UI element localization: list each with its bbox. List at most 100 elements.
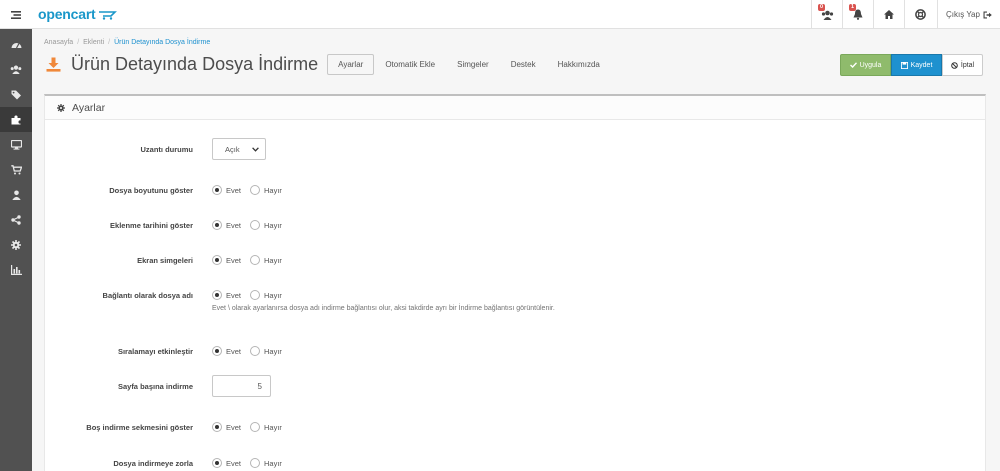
radio-circle [212, 290, 222, 300]
radio-circle [212, 422, 222, 432]
empty-tab-no-radio[interactable]: Hayır [250, 422, 282, 432]
force-download-yes-radio[interactable]: Evet [212, 458, 241, 468]
logout-button[interactable]: Çıkış Yap [937, 0, 1000, 29]
tags-icon [11, 90, 21, 99]
cancel-label: İptal [960, 61, 975, 69]
bar-chart-icon [10, 264, 22, 275]
status-label: Uzantı durumu [140, 145, 194, 154]
tab-settings[interactable]: Ayarlar [327, 53, 375, 75]
opencart-logo[interactable]: opencart [38, 6, 118, 22]
show-date-no-radio[interactable]: Hayır [250, 220, 282, 230]
cart-logo-icon [98, 11, 117, 20]
link-name-label: Bağlantı olarak dosya adı [102, 291, 193, 300]
link-name-no-radio[interactable]: Hayır [250, 290, 282, 300]
desktop-icon [10, 139, 22, 150]
customers-notification-button[interactable]: 0 [811, 0, 842, 29]
status-selected-value: Açık [225, 144, 240, 154]
sidebar-item-reports[interactable] [0, 257, 32, 282]
share-icon [11, 214, 21, 225]
radio-circle [250, 290, 261, 300]
check-icon [849, 62, 857, 68]
download-icon [46, 57, 61, 72]
logo-text: opencart [38, 6, 96, 22]
alerts-notification-button[interactable]: 1 [842, 0, 873, 29]
radio-circle [250, 422, 261, 432]
screen-icons-label: Ekran simgeleri [137, 256, 193, 265]
radio-circle [250, 220, 261, 230]
apply-label: Uygula [859, 61, 882, 69]
panel-heading: Ayarlar [45, 96, 985, 120]
tab-auto-add[interactable]: Otomatik Ekle [374, 54, 446, 75]
radio-circle [212, 255, 222, 265]
empty-tab-yes-radio[interactable]: Evet [212, 422, 241, 432]
tab-about[interactable]: Hakkımızda [547, 54, 611, 75]
screen-icons-no-radio[interactable]: Hayır [250, 255, 282, 265]
sidebar-item-design[interactable] [0, 132, 32, 157]
page-title-row: Ürün Detayında Dosya İndirme Ayarlar Oto… [46, 53, 611, 75]
empty-tab-label: Boş indirme sekmesini göster [86, 423, 193, 432]
apply-button[interactable]: Uygula [840, 54, 891, 76]
cog-icon [11, 239, 21, 250]
action-buttons: Uygula Kaydet İptal [840, 54, 983, 76]
user-icon [11, 190, 21, 200]
show-date-yes-radio[interactable]: Evet [212, 220, 241, 230]
force-download-label: Dosya indirmeye zorla [113, 459, 193, 468]
sign-out-icon [983, 11, 992, 18]
sidebar-item-catalog[interactable] [0, 82, 32, 107]
dashboard-icon [11, 43, 21, 49]
save-label: Kaydet [910, 61, 933, 69]
logout-label: Çıkış Yap [946, 10, 980, 19]
panel-heading-title: Ayarlar [72, 101, 106, 114]
users-sidebar-icon [10, 65, 22, 74]
top-header: opencart 0 1 Çıkış Yap [0, 0, 1000, 29]
link-name-yes-radio[interactable]: Evet [212, 290, 241, 300]
save-button[interactable]: Kaydet [891, 54, 942, 76]
sidebar-item-dashboard[interactable] [0, 32, 32, 57]
page-title: Ürün Detayında Dosya İndirme [71, 53, 319, 74]
puzzle-icon [11, 115, 20, 124]
cancel-button[interactable]: İptal [942, 54, 983, 76]
alerts-badge: 1 [849, 4, 857, 11]
help-button[interactable] [904, 0, 935, 29]
per-page-input[interactable]: 5 [212, 375, 271, 397]
force-download-no-radio[interactable]: Hayır [250, 458, 282, 468]
sidebar-item-system[interactable] [0, 232, 32, 257]
home-icon [884, 10, 894, 19]
show-size-no-radio[interactable]: Hayır [250, 185, 282, 195]
sorting-label: Sıralamayı etkinleştir [117, 347, 193, 356]
main-content: Anasayfa / Eklenti / Ürün Detayında Dosya İn… [32, 29, 1000, 471]
menu-toggle-button[interactable] [0, 0, 32, 29]
link-name-help-text: Evet \ olarak ayarlanırsa dosya adı indi… [212, 305, 555, 312]
show-date-label: Eklenme tarihini göster [110, 221, 193, 230]
sidebar-item-extensions[interactable] [0, 107, 32, 132]
sidebar-item-customer[interactable] [0, 182, 32, 207]
tab-support[interactable]: Destek [500, 54, 547, 75]
show-size-yes-radio[interactable]: Evet [212, 185, 241, 195]
tab-icons[interactable]: Simgeler [446, 54, 500, 75]
sidebar-item-marketing[interactable] [0, 207, 32, 232]
status-select[interactable]: Açık [212, 138, 266, 160]
sorting-no-radio[interactable]: Hayır [250, 346, 282, 356]
sorting-yes-radio[interactable]: Evet [212, 346, 241, 356]
ban-icon [951, 61, 958, 69]
screen-icons-yes-radio[interactable]: Evet [212, 255, 241, 265]
users-icon [821, 10, 833, 20]
radio-circle [212, 185, 222, 195]
per-page-label: Sayfa başına indirme [117, 382, 193, 391]
radio-circle [212, 220, 222, 230]
sidebar-item-sales[interactable] [0, 157, 32, 182]
sidebar [0, 29, 32, 471]
breadcrumb-current[interactable]: Ürün Detayında Dosya İndirme [114, 39, 210, 46]
store-home-button[interactable] [873, 0, 904, 29]
radio-circle [250, 458, 261, 468]
life-ring-icon [914, 9, 926, 20]
radio-circle [250, 185, 261, 195]
save-icon [900, 61, 908, 69]
shopping-cart-icon [10, 164, 22, 174]
show-size-label: Dosya boyutunu göster [109, 186, 193, 195]
breadcrumb-home[interactable]: Anasayfa [44, 39, 73, 46]
sidebar-item-customers[interactable] [0, 57, 32, 82]
breadcrumb-extension[interactable]: Eklenti [83, 39, 104, 46]
radio-circle [250, 346, 261, 356]
radio-circle [212, 346, 222, 356]
